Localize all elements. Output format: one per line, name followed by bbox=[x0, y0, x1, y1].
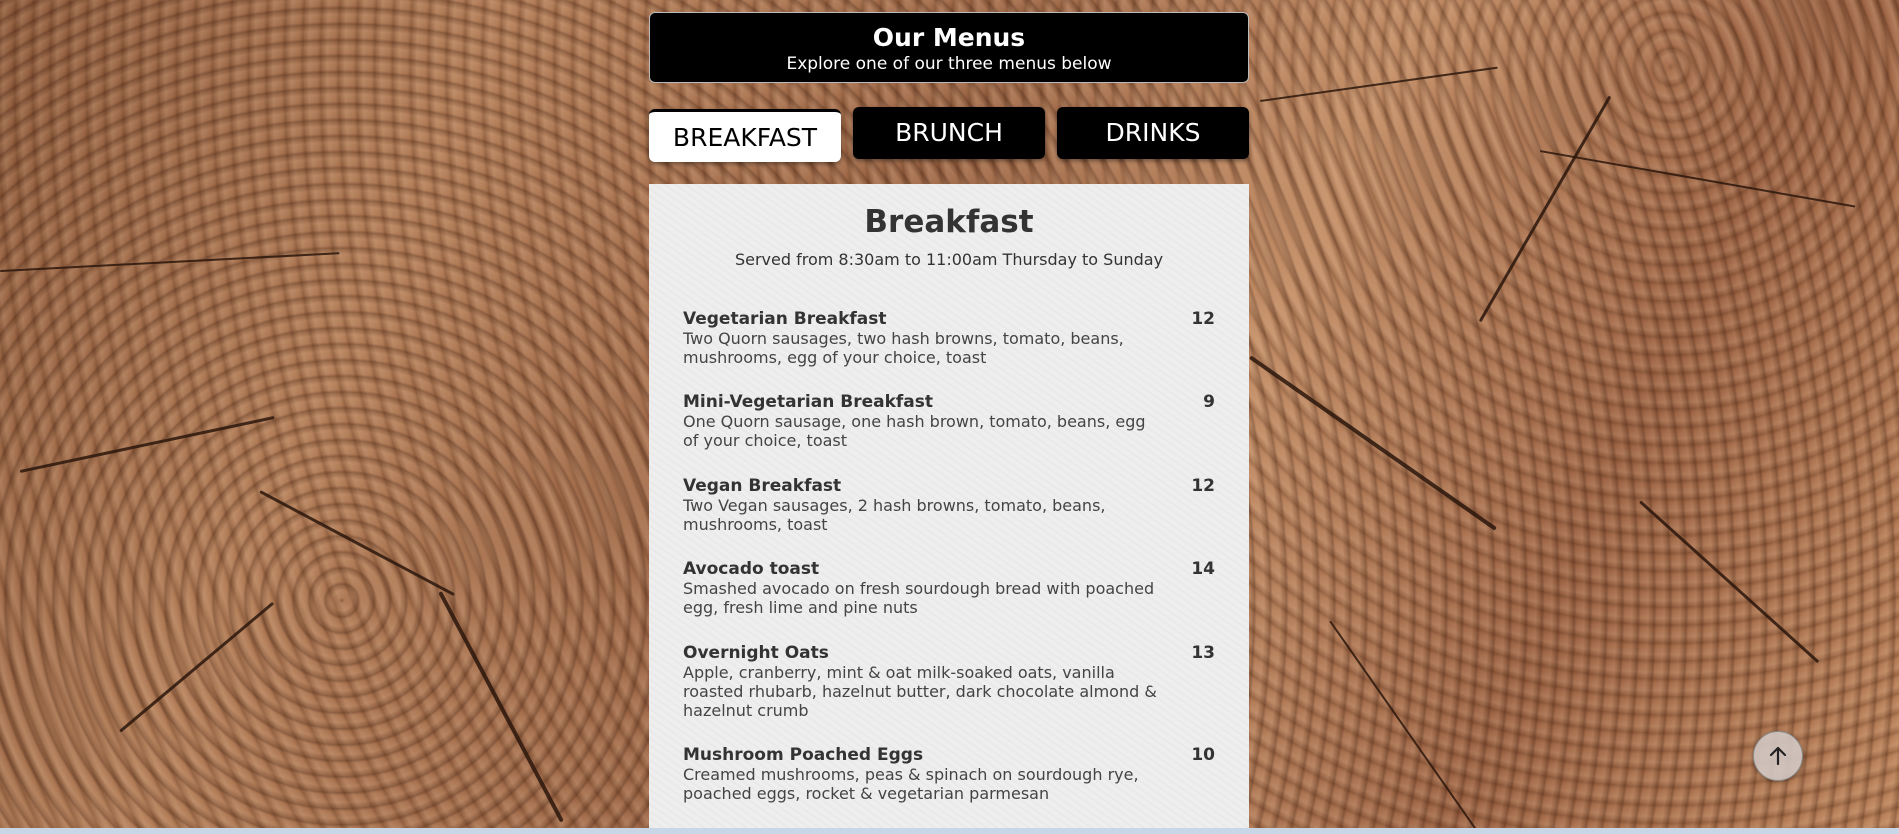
menu-item-price: 12 bbox=[1191, 476, 1215, 496]
menu-item: Overnight Oats 13 Apple, cranberry, mint… bbox=[683, 643, 1215, 721]
wood-crack-decoration bbox=[19, 415, 275, 473]
menu-item: Avocado toast 14 Smashed avocado on fres… bbox=[683, 559, 1215, 618]
back-to-top-button[interactable] bbox=[1753, 731, 1803, 781]
wood-crack-decoration bbox=[0, 252, 340, 272]
menu-item-name: Mini-Vegetarian Breakfast bbox=[683, 392, 934, 412]
wood-crack-decoration bbox=[1539, 150, 1856, 208]
tab-breakfast[interactable]: BREAKFAST bbox=[649, 109, 841, 162]
breakfast-menu-panel: Breakfast Served from 8:30am to 11:00am … bbox=[649, 184, 1249, 834]
wood-crack-decoration bbox=[1329, 620, 1480, 834]
menu-item: Vegan Breakfast 12 Two Vegan sausages, 2… bbox=[683, 476, 1215, 535]
wood-crack-decoration bbox=[259, 490, 455, 597]
menu-item-description: Apple, cranberry, mint & oat milk-soaked… bbox=[683, 663, 1157, 720]
menu-item-description: One Quorn sausage, one hash brown, tomat… bbox=[683, 412, 1146, 450]
menu-title: Breakfast bbox=[864, 204, 1034, 240]
menu-item: Mushroom Poached Eggs 10 Creamed mushroo… bbox=[683, 745, 1215, 804]
arrow-up-icon bbox=[1769, 746, 1787, 766]
wood-crack-decoration bbox=[1478, 95, 1612, 323]
menu-item: Mini-Vegetarian Breakfast 9 One Quorn sa… bbox=[683, 392, 1215, 451]
menus-title: Our Menus bbox=[872, 23, 1026, 52]
menu-item-name: Vegan Breakfast bbox=[683, 476, 842, 496]
wood-crack-decoration bbox=[1638, 500, 1820, 664]
menus-header: Our Menus Explore one of our three menus… bbox=[649, 12, 1249, 83]
menus-subtitle: Explore one of our three menus below bbox=[786, 54, 1112, 74]
menu-item-name: Mushroom Poached Eggs bbox=[683, 745, 924, 765]
wood-crack-decoration bbox=[1259, 66, 1498, 102]
menu-item-price: 13 bbox=[1191, 643, 1215, 663]
tab-drinks[interactable]: DRINKS bbox=[1057, 107, 1249, 159]
menu-item-price: 9 bbox=[1203, 392, 1215, 412]
tab-brunch[interactable]: BRUNCH bbox=[853, 107, 1045, 159]
menu-item-price: 12 bbox=[1191, 309, 1215, 329]
menu-item-name: Overnight Oats bbox=[683, 643, 829, 663]
page-bottom-edge bbox=[0, 828, 1899, 834]
menu-item-price: 10 bbox=[1191, 745, 1215, 765]
menu-item-description: Two Quorn sausages, two hash browns, tom… bbox=[683, 329, 1124, 367]
menu-item-name: Avocado toast bbox=[683, 559, 820, 579]
wood-crack-decoration bbox=[1248, 355, 1497, 531]
menu-item-description: Smashed avocado on fresh sourdough bread… bbox=[683, 579, 1155, 617]
wood-crack-decoration bbox=[119, 601, 275, 733]
menu-item-price: 14 bbox=[1191, 559, 1215, 579]
menu-item-description: Creamed mushrooms, peas & spinach on sou… bbox=[683, 765, 1139, 803]
menu-item: Vegetarian Breakfast 12 Two Quorn sausag… bbox=[683, 309, 1215, 368]
wood-crack-decoration bbox=[438, 591, 564, 823]
menu-item-name: Vegetarian Breakfast bbox=[683, 309, 887, 329]
menu-subtitle: Served from 8:30am to 11:00am Thursday t… bbox=[734, 250, 1164, 269]
menu-item-description: Two Vegan sausages, 2 hash browns, tomat… bbox=[683, 496, 1106, 534]
